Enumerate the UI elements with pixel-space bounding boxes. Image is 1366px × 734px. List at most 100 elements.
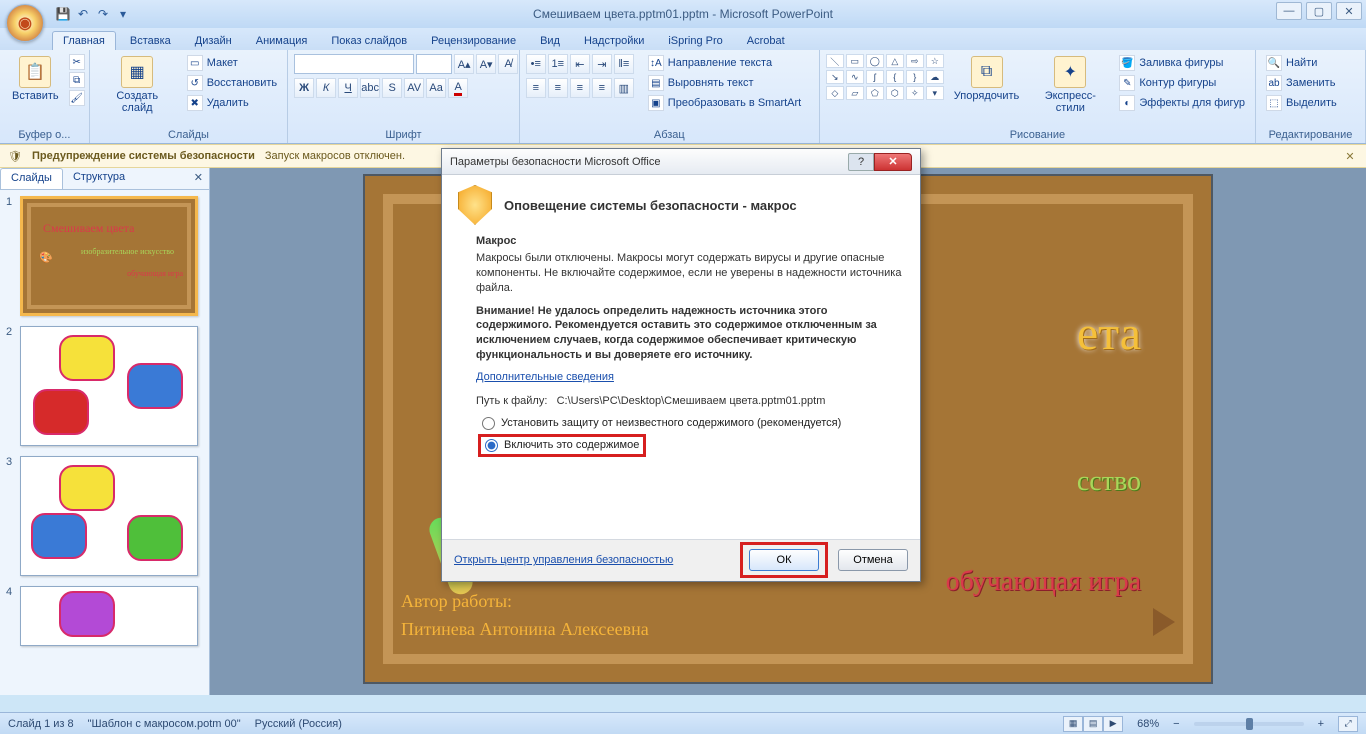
- indent-inc-icon[interactable]: ⇥: [592, 54, 612, 74]
- clear-format-icon[interactable]: A̸: [498, 54, 518, 74]
- ok-button[interactable]: ОК: [749, 549, 819, 571]
- tab-home[interactable]: Главная: [52, 31, 116, 50]
- tab-slides-panel[interactable]: Слайды: [0, 168, 63, 189]
- align-right-icon[interactable]: ≡: [570, 78, 590, 98]
- radio-enable-input[interactable]: [485, 439, 498, 452]
- tab-design[interactable]: Дизайн: [185, 32, 242, 50]
- replace-button[interactable]: abЗаменить: [1262, 74, 1341, 92]
- shape-outline-button[interactable]: ✎Контур фигуры: [1115, 74, 1249, 92]
- shape-e-icon[interactable]: ✧: [906, 86, 924, 100]
- italic-icon[interactable]: К: [316, 78, 336, 98]
- minimize-button[interactable]: —: [1276, 2, 1302, 20]
- shape-effects-button[interactable]: ◐Эффекты для фигур: [1115, 94, 1249, 112]
- redo-icon[interactable]: ↷: [94, 5, 112, 23]
- bold-icon[interactable]: Ж: [294, 78, 314, 98]
- align-center-icon[interactable]: ≡: [548, 78, 568, 98]
- justify-icon[interactable]: ≡: [592, 78, 612, 98]
- tab-outline-panel[interactable]: Структура: [63, 168, 135, 189]
- shape-more-icon[interactable]: ▾: [926, 86, 944, 100]
- font-color-icon[interactable]: A: [448, 78, 468, 98]
- status-language[interactable]: Русский (Россия): [255, 718, 342, 730]
- slide-thumb-3[interactable]: [20, 456, 198, 576]
- thumbnail-list[interactable]: 1 Смешиваем цвета изобразительное искусс…: [0, 190, 209, 695]
- shape-brace2-icon[interactable]: }: [906, 70, 924, 84]
- shadow-icon[interactable]: S: [382, 78, 402, 98]
- trust-center-link[interactable]: Открыть центр управления безопасностью: [454, 554, 673, 566]
- shape-brace-icon[interactable]: {: [886, 70, 904, 84]
- numbering-icon[interactable]: 1≡: [548, 54, 568, 74]
- slide-thumb-2[interactable]: [20, 326, 198, 446]
- underline-icon[interactable]: Ч: [338, 78, 358, 98]
- view-sorter-icon[interactable]: ▤: [1083, 716, 1103, 732]
- radio-protect[interactable]: Установить защиту от неизвестного содерж…: [482, 417, 904, 430]
- shape-star-icon[interactable]: ☆: [926, 54, 944, 68]
- shapes-gallery[interactable]: ＼▭◯△⇨☆ ↘∿ʃ{}☁ ◇▱⬠⬡✧▾: [826, 54, 944, 100]
- tab-animation[interactable]: Анимация: [246, 32, 318, 50]
- tab-view[interactable]: Вид: [530, 32, 570, 50]
- font-size-combo[interactable]: [416, 54, 452, 74]
- strike-icon[interactable]: abc: [360, 78, 380, 98]
- shape-curve-icon[interactable]: ∿: [846, 70, 864, 84]
- align-text-button[interactable]: ▤Выровнять текст: [644, 74, 805, 92]
- cut-icon[interactable]: ✂: [69, 54, 85, 70]
- view-normal-icon[interactable]: ▦: [1063, 716, 1083, 732]
- indent-dec-icon[interactable]: ⇤: [570, 54, 590, 74]
- select-button[interactable]: ⬚Выделить: [1262, 94, 1341, 112]
- dialog-close-button[interactable]: ✕: [874, 153, 912, 171]
- shape-ellipse-icon[interactable]: ◯: [866, 54, 884, 68]
- shape-line-icon[interactable]: ＼: [826, 54, 844, 68]
- line-spacing-icon[interactable]: ‖≡: [614, 54, 634, 74]
- slide-thumb-4[interactable]: [20, 586, 198, 646]
- shape-a-icon[interactable]: ◇: [826, 86, 844, 100]
- zoom-out-icon[interactable]: −: [1173, 718, 1179, 730]
- zoom-slider[interactable]: [1194, 722, 1304, 726]
- slide-thumb-1[interactable]: Смешиваем цвета изобразительное искусств…: [20, 196, 198, 316]
- zoom-percent[interactable]: 68%: [1137, 718, 1159, 730]
- dialog-help-button[interactable]: ?: [848, 153, 874, 171]
- arrange-button[interactable]: ⧉Упорядочить: [948, 54, 1025, 104]
- paste-button[interactable]: 📋 Вставить: [6, 54, 65, 104]
- bullets-icon[interactable]: •≡: [526, 54, 546, 74]
- close-button[interactable]: ✕: [1336, 2, 1362, 20]
- smartart-button[interactable]: ▣Преобразовать в SmartArt: [644, 94, 805, 112]
- quick-styles-button[interactable]: ✦Экспресс-стили: [1029, 54, 1111, 116]
- zoom-in-icon[interactable]: +: [1318, 718, 1324, 730]
- change-case-icon[interactable]: Aa: [426, 78, 446, 98]
- delete-button[interactable]: ✖Удалить: [183, 94, 281, 112]
- security-close-icon[interactable]: ✕: [1342, 148, 1358, 164]
- new-slide-button[interactable]: ▦ Создать слайд: [96, 54, 179, 116]
- grow-font-icon[interactable]: A▴: [454, 54, 474, 74]
- font-name-combo[interactable]: [294, 54, 414, 74]
- panel-close-icon[interactable]: ✕: [188, 168, 209, 189]
- tab-ispring[interactable]: iSpring Pro: [658, 32, 732, 50]
- text-direction-button[interactable]: ↕AНаправление текста: [644, 54, 805, 72]
- columns-icon[interactable]: ▥: [614, 78, 634, 98]
- reset-button[interactable]: ↺Восстановить: [183, 74, 281, 92]
- dialog-title-bar[interactable]: Параметры безопасности Microsoft Office …: [442, 149, 920, 175]
- layout-button[interactable]: ▭Макет: [183, 54, 281, 72]
- tab-insert[interactable]: Вставка: [120, 32, 181, 50]
- office-button[interactable]: ◉: [6, 4, 44, 42]
- cancel-button[interactable]: Отмена: [838, 549, 908, 571]
- shrink-font-icon[interactable]: A▾: [476, 54, 496, 74]
- format-painter-icon[interactable]: 🖌: [69, 90, 85, 106]
- shape-arrow-icon[interactable]: ⇨: [906, 54, 924, 68]
- copy-icon[interactable]: ⧉: [69, 72, 85, 88]
- save-icon[interactable]: 💾: [54, 5, 72, 23]
- radio-protect-input[interactable]: [482, 417, 495, 430]
- radio-enable[interactable]: Включить это содержимое: [485, 439, 639, 452]
- align-left-icon[interactable]: ≡: [526, 78, 546, 98]
- maximize-button[interactable]: ▢: [1306, 2, 1332, 20]
- shape-callout-icon[interactable]: ☁: [926, 70, 944, 84]
- undo-icon[interactable]: ↶: [74, 5, 92, 23]
- find-button[interactable]: 🔍Найти: [1262, 54, 1341, 72]
- shape-freeform-icon[interactable]: ʃ: [866, 70, 884, 84]
- shape-d-icon[interactable]: ⬡: [886, 86, 904, 100]
- shape-b-icon[interactable]: ▱: [846, 86, 864, 100]
- shape-c-icon[interactable]: ⬠: [866, 86, 884, 100]
- shape-fill-button[interactable]: 🪣Заливка фигуры: [1115, 54, 1249, 72]
- char-spacing-icon[interactable]: AV: [404, 78, 424, 98]
- shape-connector-icon[interactable]: ↘: [826, 70, 844, 84]
- tab-slideshow[interactable]: Показ слайдов: [321, 32, 417, 50]
- qat-dropdown-icon[interactable]: ▾: [114, 5, 132, 23]
